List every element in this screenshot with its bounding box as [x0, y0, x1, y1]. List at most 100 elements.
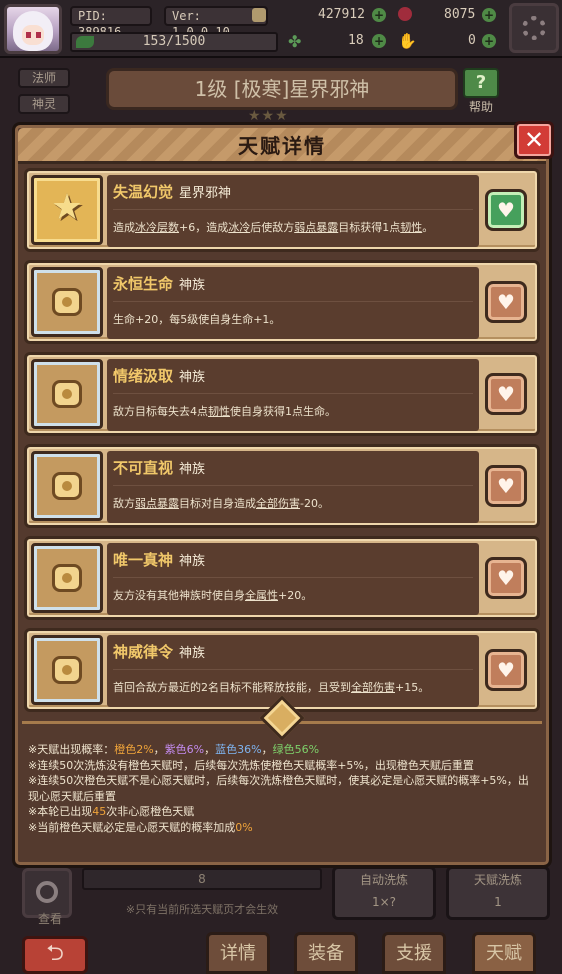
desc-text: -20。 [300, 497, 329, 510]
modal-header: 天赋详情 [18, 128, 546, 164]
talent-icon-box [31, 635, 103, 705]
auto-wash-label: 自动洗炼 [359, 873, 408, 887]
nav-support[interactable]: 支援 [382, 932, 446, 974]
heart-icon: ♥ [497, 566, 515, 590]
keyword-link[interactable]: 冰冷 [228, 221, 250, 234]
bottom-nav: ⮌ 详情 装备 支援 天赋 [0, 932, 562, 974]
talent-desc: 造成冰冷层数+6，造成冰冷后使敌方弱点暴露目标获得1点韧性。 [113, 219, 433, 235]
talent-card[interactable]: 唯一真神 神族 友方没有其他神族时使自身全属性+20。 ♥ [24, 536, 540, 620]
wish-toggle[interactable]: ♥ [485, 189, 527, 231]
add-clover-icon[interactable]: + [372, 34, 386, 48]
clover-count: 18 [348, 33, 364, 48]
info-text: ※当前橙色天赋必定是心愿天赋的概率加成 [28, 820, 236, 834]
emblem-icon [52, 380, 82, 408]
keyword-link[interactable]: 全部伤害 [351, 681, 395, 694]
wish-toggle[interactable]: ♥ [485, 557, 527, 599]
talent-name: 唯一真神 神族 [113, 549, 205, 570]
gift-icon: ✋ [398, 32, 417, 50]
wish-toggle[interactable]: ♥ [485, 649, 527, 691]
talent-wash-label: 天赋洗炼 [473, 873, 522, 887]
talent-icon-box: ★ [31, 175, 103, 245]
close-icon: ✕ [523, 126, 545, 154]
heart-icon: ♥ [497, 198, 515, 222]
info-line-pity-wish: ※连续50次橙色天赋不是心愿天赋时，后续每次洗炼橙色天赋时，使其必定是心愿天赋的… [28, 774, 529, 803]
talent-wash-cost: 1 [494, 895, 502, 909]
auto-wash-cost: 1×? [371, 895, 397, 909]
desc-text: 生命+20，每5级使自身生命+1。 [113, 313, 281, 326]
desc-text: 敌方 [113, 497, 135, 510]
talent-icon-box [31, 451, 103, 521]
keyword-link[interactable]: 韧性 [208, 405, 230, 418]
talent-name: 永恒生命 神族 [113, 273, 205, 294]
auto-wash-button[interactable]: 自动洗炼 1×? [332, 866, 436, 920]
currency-ruby: 8075 [444, 7, 476, 22]
talent-card[interactable]: 不可直视 神族 敌方弱点暴露目标对自身造成全部伤害-20。 ♥ [24, 444, 540, 528]
talent-desc: 首回合敌方最近的2名目标不能释放技能，且受到全部伤害+15。 [113, 679, 429, 695]
exp-value: 153/1500 [142, 34, 206, 49]
keyword-link[interactable]: 韧性 [400, 221, 422, 234]
non-wish-count: 45 [92, 805, 107, 819]
talent-name: 情绪汲取 神族 [113, 365, 205, 386]
talent-name: 不可直视 神族 [113, 457, 205, 478]
keyword-link[interactable]: 弱点暴露 [294, 221, 338, 234]
info-text: ※本轮已出现 [28, 805, 93, 819]
talent-card[interactable]: 情绪汲取 神族 敌方目标每失去4点韧性使自身获得1点生命。 ♥ [24, 352, 540, 436]
emblem-icon [52, 656, 82, 684]
add-ruby-icon[interactable]: + [482, 8, 496, 22]
talent-icon-box [31, 543, 103, 613]
wish-toggle[interactable]: ♥ [485, 281, 527, 323]
talent-body: 神威律令 神族 首回合敌方最近的2名目标不能释放技能，且受到全部伤害+15。 [107, 635, 479, 707]
green-rate: 绿色56% [272, 743, 320, 756]
info-text: ※天赋出现概率： [28, 743, 115, 756]
purple-rate: 紫色6% [164, 743, 205, 756]
talent-name-text: 神威律令 [113, 643, 174, 661]
desc-text: +20。 [278, 589, 313, 602]
add-gift-icon[interactable]: + [482, 34, 496, 48]
gear-icon [522, 16, 546, 40]
info-line-probability: ※天赋出现概率：橙色2%，紫色6%，蓝色36%，绿色56% [28, 743, 320, 756]
emblem-icon [52, 472, 82, 500]
desc-text: 目标对自身造成 [179, 497, 256, 510]
settings-button[interactable] [509, 3, 559, 53]
top-bar: PID: 389816 Ver: 1.0.0.10 427912 + 8075 … [0, 0, 562, 58]
player-avatar[interactable] [4, 4, 62, 54]
desc-text: +6，造成 [179, 221, 229, 234]
talent-name: 神威律令 神族 [113, 641, 205, 662]
talent-wash-button[interactable]: 天赋洗炼 1 [446, 866, 550, 920]
talent-race: 星界邪神 [179, 186, 232, 201]
wish-toggle[interactable]: ♥ [485, 465, 527, 507]
talent-name: 失温幻觉 星界邪神 [113, 181, 231, 202]
tab-mage[interactable]: 法师 [18, 68, 70, 88]
desc-text: 友方没有其他神族时使自身 [113, 589, 245, 602]
close-button[interactable]: ✕ [514, 121, 554, 159]
info-line-count: ※本轮已出现45次非心愿橙色天赋 [28, 804, 538, 820]
help-button[interactable]: ? 帮助 [461, 68, 501, 114]
add-gold-icon[interactable]: + [372, 8, 386, 22]
clover-icon: ✤ [288, 32, 302, 51]
back-button[interactable]: ⮌ [22, 936, 88, 974]
desc-text: 。 [422, 221, 434, 234]
heart-icon: ♥ [497, 658, 515, 682]
talent-desc: 生命+20，每5级使自身生命+1。 [113, 311, 280, 327]
info-text: 次非心愿橙色天赋 [106, 805, 195, 819]
nav-details[interactable]: 详情 [206, 932, 270, 974]
talent-race: 神族 [179, 462, 206, 477]
keyword-link[interactable]: 全属性 [245, 589, 278, 602]
talent-card[interactable]: ★ 失温幻觉 星界邪神 造成冰冷层数+6，造成冰冷后使敌方弱点暴露目标获得1点韧性… [24, 168, 540, 252]
tab-deity[interactable]: 神灵 [18, 94, 70, 114]
nav-talent[interactable]: 天赋 [472, 932, 536, 974]
note-icon[interactable] [252, 8, 266, 22]
leaf-icon [76, 36, 94, 48]
wash-count: 8 [82, 868, 322, 890]
desc-text: 目标获得1点 [338, 221, 401, 234]
keyword-link[interactable]: 冰冷层数 [135, 221, 179, 234]
talent-body: 永恒生命 神族 生命+20，每5级使自身生命+1。 [107, 267, 479, 339]
wish-toggle[interactable]: ♥ [485, 373, 527, 415]
talent-name-text: 失温幻觉 [113, 183, 174, 201]
ruby-icon [398, 7, 412, 21]
talent-card[interactable]: 永恒生命 神族 生命+20，每5级使自身生命+1。 ♥ [24, 260, 540, 344]
emblem-icon [52, 564, 82, 592]
keyword-link[interactable]: 全部伤害 [256, 497, 300, 510]
keyword-link[interactable]: 弱点暴露 [135, 497, 179, 510]
nav-equipment[interactable]: 装备 [294, 932, 358, 974]
